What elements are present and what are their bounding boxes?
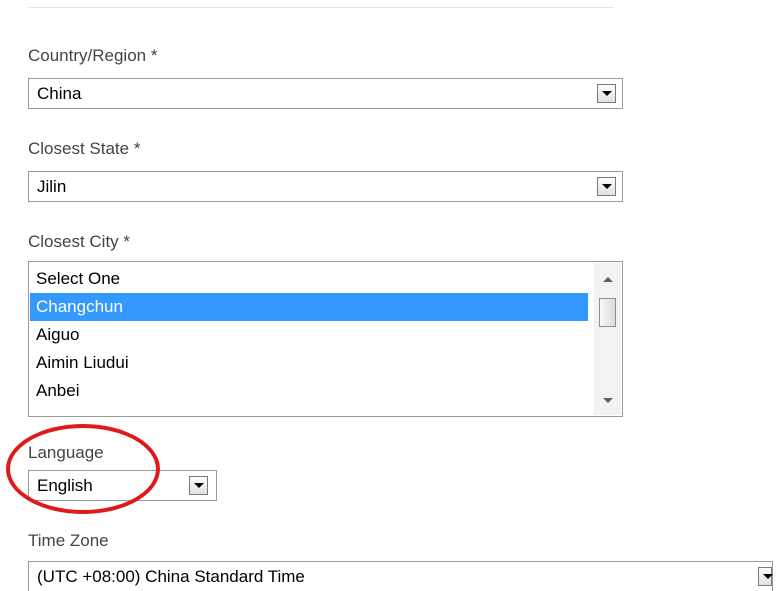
country-region-select[interactable]: China — [28, 78, 623, 109]
city-list-scrollbar[interactable] — [594, 263, 621, 415]
city-option[interactable]: Anbei — [30, 377, 588, 405]
city-option[interactable]: Aimin Liudui — [30, 349, 588, 377]
scroll-up-icon[interactable] — [603, 277, 613, 282]
city-option[interactable]: Aiguo — [30, 321, 588, 349]
chevron-down-icon[interactable] — [597, 177, 616, 196]
section-divider — [28, 7, 614, 8]
profile-location-form: Country/Region * China Closest State * J… — [0, 0, 778, 591]
chevron-down-icon[interactable] — [189, 476, 208, 495]
time-zone-label: Time Zone — [28, 531, 109, 550]
country-region-value: China — [37, 84, 82, 103]
closest-city-listbox[interactable]: Select One Changchun Aiguo Aimin Liudui … — [28, 261, 623, 417]
time-zone-select[interactable]: (UTC +08:00) China Standard Time — [28, 561, 773, 591]
closest-city-label: Closest City * — [28, 232, 131, 251]
country-region-label: Country/Region * — [28, 46, 158, 65]
language-label: Language — [28, 443, 104, 462]
language-value: English — [37, 476, 93, 495]
scroll-down-icon[interactable] — [603, 398, 613, 403]
time-zone-value: (UTC +08:00) China Standard Time — [37, 567, 305, 586]
chevron-down-icon[interactable] — [597, 84, 616, 103]
scrollbar-thumb[interactable] — [599, 298, 616, 327]
closest-state-label: Closest State * — [28, 139, 141, 158]
chevron-down-icon[interactable] — [758, 567, 773, 586]
closest-state-value: Jilin — [37, 177, 67, 196]
language-select[interactable]: English — [28, 470, 217, 501]
city-option[interactable]: Select One — [30, 265, 588, 293]
city-option-selected[interactable]: Changchun — [30, 293, 588, 321]
closest-state-select[interactable]: Jilin — [28, 171, 623, 202]
